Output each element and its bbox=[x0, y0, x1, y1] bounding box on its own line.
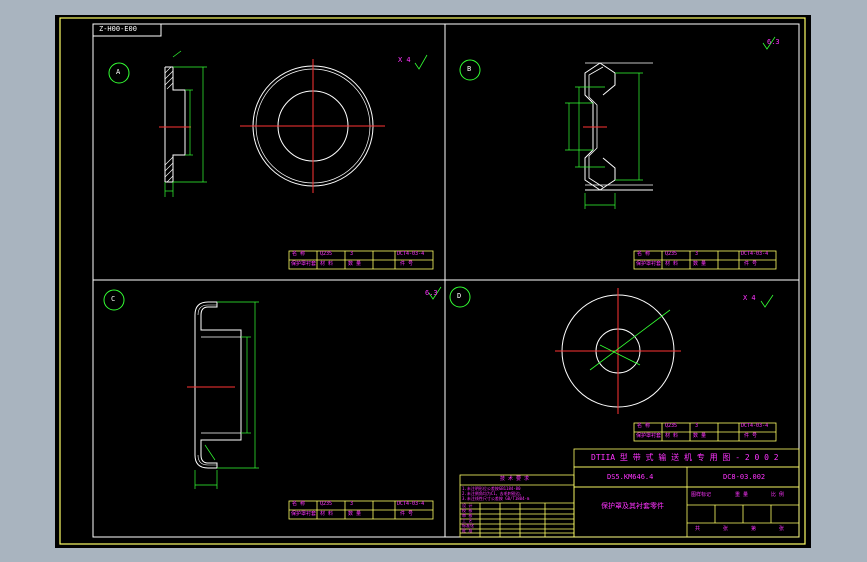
sheet-index: 第 bbox=[751, 526, 757, 532]
table-a-r2c3: 数 量 bbox=[348, 261, 362, 267]
table-a-r2c2: 材 料 bbox=[320, 261, 334, 267]
table-b-r1c2: Q235 bbox=[665, 251, 678, 257]
sheet-total-unit: 张 bbox=[723, 526, 729, 532]
table-b-r2c1: 保护罩衬套 bbox=[636, 261, 662, 267]
scale-row-mark: 图样标记 bbox=[691, 492, 712, 498]
table-a-r1c4: DCT4-03-4 bbox=[397, 251, 425, 257]
part-name: 保护罩及其衬套零件 bbox=[601, 502, 664, 510]
sheet-total: 共 bbox=[695, 526, 701, 532]
sign-row-6: 批 准 bbox=[462, 528, 473, 533]
table-d-r1c1: 名 称 bbox=[637, 423, 651, 429]
roughness-a: X 4 bbox=[398, 56, 411, 64]
view-c-section bbox=[194, 301, 242, 469]
code-left: DS5.KM646.4 bbox=[607, 473, 654, 481]
sheet-index-unit: 张 bbox=[779, 526, 785, 532]
roughness-b: 6.3 bbox=[767, 38, 780, 46]
view-a-label: A bbox=[116, 68, 121, 76]
view-c bbox=[103, 286, 442, 489]
drawing-svg bbox=[59, 17, 806, 545]
table-b-r2c2: 材 料 bbox=[665, 261, 679, 267]
table-c-r1c2: Q235 bbox=[320, 501, 333, 507]
view-tables-grid bbox=[288, 250, 777, 520]
code-right: DC8-03.002 bbox=[723, 473, 766, 481]
table-b-r1c3: 3 bbox=[695, 251, 699, 257]
table-d-r2c2: 材 料 bbox=[665, 433, 679, 439]
roughness-c: 6.3 bbox=[425, 289, 438, 297]
table-b-r1c4: DCT4-03-4 bbox=[741, 251, 769, 257]
table-a-r2c4: 件 号 bbox=[400, 261, 414, 267]
table-c-r2c3: 数 量 bbox=[348, 511, 362, 517]
table-a-r1c2: Q235 bbox=[320, 251, 333, 257]
view-b bbox=[459, 36, 776, 209]
table-a-r2c1: 保护罩衬套 bbox=[291, 261, 317, 267]
table-c-r2c4: 件 号 bbox=[400, 511, 414, 517]
table-a-r1c3: 3 bbox=[350, 251, 354, 257]
table-c-r2c1: 保护罩衬套 bbox=[291, 511, 317, 517]
view-a-section bbox=[165, 66, 186, 183]
view-b-label: B bbox=[467, 65, 472, 73]
table-d-r2c1: 保护罩衬套 bbox=[636, 433, 662, 439]
tech-notes-heading: 技 术 要 求 bbox=[500, 476, 530, 482]
table-c-r1c4: DCT4-03-4 bbox=[397, 501, 425, 507]
table-d-r1c3: 3 bbox=[695, 423, 699, 429]
table-b-r1c1: 名 称 bbox=[637, 251, 651, 257]
drawing-canvas: Z-H00-E00 A B C D X 4 6.3 6.3 X 4 名 称 Q2… bbox=[55, 15, 811, 548]
view-c-label: C bbox=[111, 295, 116, 303]
view-a bbox=[108, 50, 428, 197]
scale-row-weight: 重 量 bbox=[735, 492, 749, 498]
table-d-r1c4: DCT4-03-4 bbox=[741, 423, 769, 429]
table-c-r1c3: 3 bbox=[350, 501, 354, 507]
table-c-r1c1: 名 称 bbox=[292, 501, 306, 507]
table-b-r2c4: 件 号 bbox=[744, 261, 758, 267]
main-title: DTIIA 型 带 式 输 送 机 专 用 图 - 2 0 0 2 bbox=[591, 453, 779, 462]
table-a-r1c1: 名 称 bbox=[292, 251, 306, 257]
view-d-label: D bbox=[457, 292, 462, 300]
table-c-r2c2: 材 料 bbox=[320, 511, 334, 517]
tech-note-3: 3.未注线性尺寸公差按 GB/T1804-m bbox=[462, 496, 530, 501]
table-d-r2c4: 件 号 bbox=[744, 433, 758, 439]
scale-row-scale: 比 例 bbox=[771, 492, 785, 498]
outer-frame bbox=[59, 17, 806, 545]
table-b-r2c3: 数 量 bbox=[693, 261, 707, 267]
table-d-r1c2: Q235 bbox=[665, 423, 678, 429]
table-d-r2c3: 数 量 bbox=[693, 433, 707, 439]
drawing-number: Z-H00-E00 bbox=[99, 25, 137, 33]
view-d bbox=[449, 286, 774, 414]
roughness-d: X 4 bbox=[743, 294, 756, 302]
